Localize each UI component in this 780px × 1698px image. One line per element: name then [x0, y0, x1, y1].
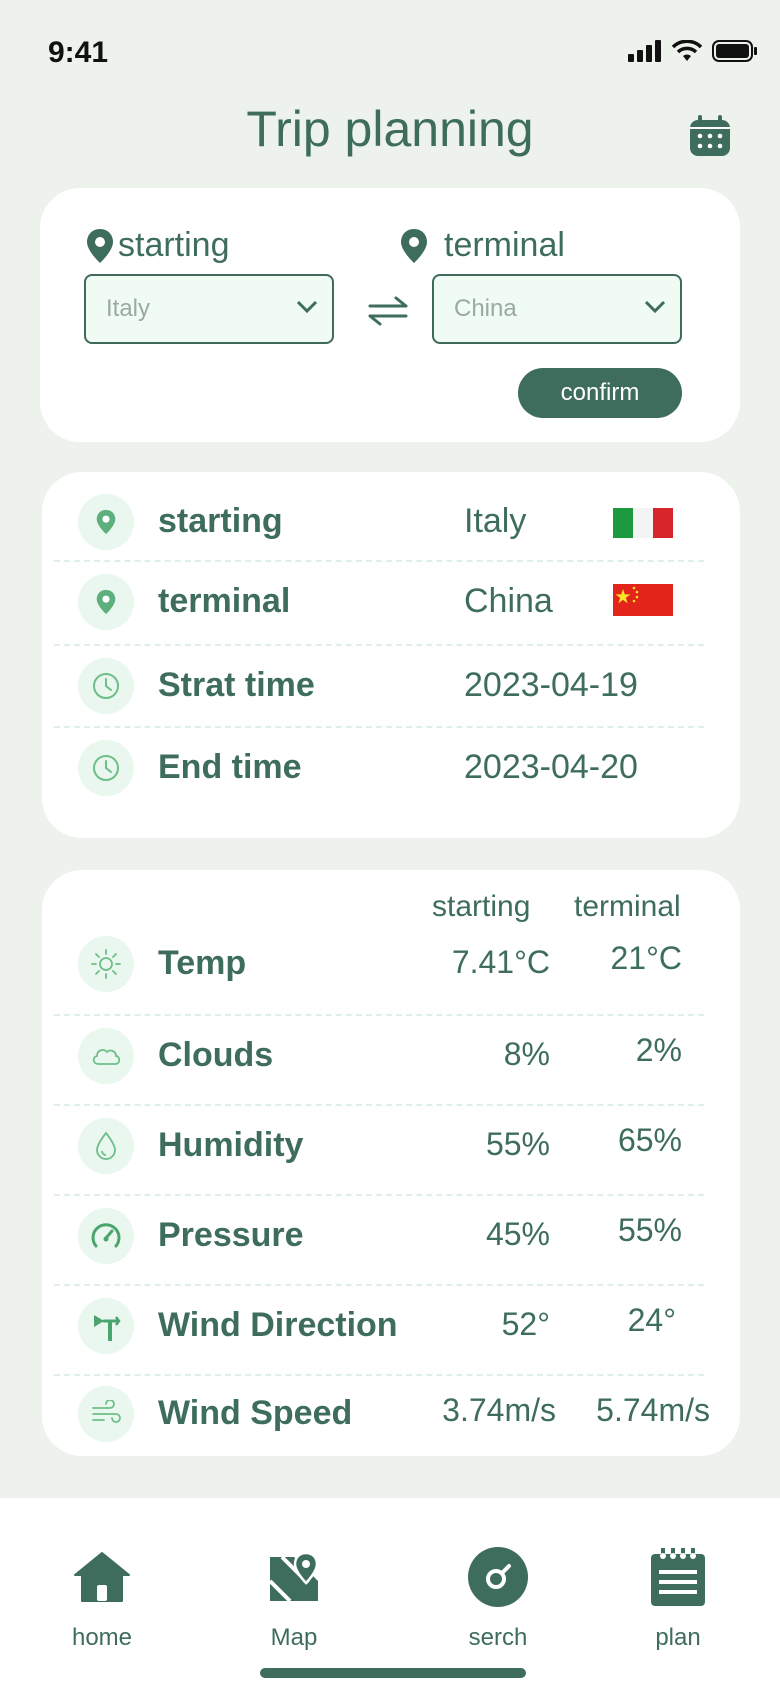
terminal-label-text: terminal	[444, 226, 565, 264]
search-icon	[438, 1544, 558, 1610]
location-icon	[78, 574, 134, 630]
divider	[54, 1284, 704, 1286]
terminal-select-value: China	[454, 295, 517, 322]
location-pin-icon	[401, 228, 427, 263]
status-icons	[628, 40, 758, 62]
weather-row-label: Pressure	[158, 1216, 304, 1254]
gauge-icon	[78, 1208, 134, 1264]
weather-start-value: 55%	[485, 1126, 550, 1162]
home-indicator	[260, 1668, 526, 1678]
wifi-icon	[672, 40, 702, 61]
tab-home[interactable]: home	[42, 1544, 162, 1652]
chevron-down-icon	[644, 300, 666, 314]
weather-end-value: 21°C	[610, 940, 683, 976]
calendar-icon[interactable]	[688, 114, 732, 158]
starting-select-value: Italy	[106, 295, 151, 322]
status-time: 9:41	[48, 36, 109, 69]
weather-row-clouds: Clouds 8% 2%	[42, 1028, 740, 1084]
swap-icon[interactable]	[366, 296, 410, 326]
weather-row-temp: Temp 7.41°C 21°C	[42, 936, 740, 992]
trip-row-terminal: terminal China	[42, 574, 740, 630]
wind-icon	[78, 1386, 134, 1442]
tab-map[interactable]: Map	[234, 1544, 354, 1652]
divider	[54, 1374, 704, 1376]
tab-label: serch	[468, 1624, 528, 1651]
divider	[54, 726, 704, 728]
cloud-icon	[78, 1028, 134, 1084]
battery-icon	[712, 40, 757, 62]
tab-label: Map	[270, 1624, 318, 1651]
location-icon	[78, 494, 134, 550]
trip-row-value: 2023-04-20	[464, 748, 638, 786]
china-flag-icon	[613, 584, 673, 616]
trip-row-start-time: Strat time 2023-04-19	[42, 658, 740, 714]
confirm-button[interactable]: confirm	[518, 368, 682, 418]
terminal-select[interactable]: China	[432, 274, 682, 344]
weather-end-value: 2%	[635, 1032, 682, 1068]
tab-label: plan	[655, 1624, 701, 1651]
divider	[54, 1194, 704, 1196]
home-icon	[42, 1544, 162, 1610]
starting-label: starting	[86, 226, 230, 265]
wind-vane-icon	[78, 1298, 134, 1354]
starting-select[interactable]: Italy	[84, 274, 334, 344]
divider	[54, 560, 704, 562]
italy-flag-icon	[613, 508, 673, 538]
trip-row-value: 2023-04-19	[464, 666, 638, 704]
weather-col-terminal: terminal	[574, 890, 681, 923]
trip-row-label: End time	[158, 748, 302, 786]
weather-col-starting: starting	[432, 890, 531, 923]
starting-label-text: starting	[118, 226, 230, 264]
weather-end-value: 55%	[617, 1212, 682, 1248]
signal-icon	[628, 40, 661, 62]
trip-row-value: Italy	[464, 502, 527, 540]
weather-row-humidity: Humidity 55% 65%	[42, 1118, 740, 1174]
weather-row-label: Wind Direction	[158, 1306, 398, 1344]
location-pin-icon	[87, 228, 113, 263]
trip-row-label: Strat time	[158, 666, 315, 704]
trip-summary-card: starting Italy terminal China Strat time…	[42, 472, 740, 838]
tab-search[interactable]: serch	[438, 1544, 558, 1652]
divider	[54, 1104, 704, 1106]
sun-icon	[78, 936, 134, 992]
weather-end-value: 24°	[627, 1302, 676, 1338]
weather-card: starting terminal Temp 7.41°C 21°C Cloud…	[42, 870, 740, 1456]
weather-end-value: 5.74m/s	[596, 1392, 710, 1428]
terminal-label: terminal	[400, 226, 565, 265]
divider	[54, 644, 704, 646]
weather-start-value: 45%	[485, 1216, 550, 1252]
tab-label: home	[71, 1624, 133, 1651]
divider	[54, 1014, 704, 1016]
weather-row-label: Temp	[158, 944, 247, 982]
weather-row-label: Humidity	[158, 1126, 304, 1164]
weather-row-wind-speed: Wind Speed 3.74m/s 5.74m/s	[42, 1386, 740, 1442]
chevron-down-icon	[296, 300, 318, 314]
weather-start-value: 3.74m/s	[442, 1392, 556, 1428]
trip-row-label: starting	[158, 502, 283, 540]
weather-start-value: 52°	[501, 1306, 550, 1342]
status-bar: 9:41	[0, 0, 780, 110]
trip-row-starting: starting Italy	[42, 494, 740, 550]
page-title: Trip planning	[246, 101, 534, 157]
weather-row-label: Wind Speed	[158, 1394, 353, 1432]
weather-row-wind-direction: Wind Direction 52° 24°	[42, 1298, 740, 1354]
route-form-card: starting terminal Italy China confirm	[40, 188, 740, 442]
trip-row-end-time: End time 2023-04-20	[42, 740, 740, 796]
clock-icon	[78, 740, 134, 796]
trip-row-label: terminal	[158, 582, 291, 620]
map-icon	[234, 1544, 354, 1610]
notepad-icon	[618, 1544, 738, 1610]
weather-row-pressure: Pressure 45% 55%	[42, 1208, 740, 1264]
trip-row-value: China	[464, 582, 553, 620]
weather-row-label: Clouds	[158, 1036, 274, 1074]
weather-end-value: 65%	[617, 1122, 682, 1158]
tab-plan[interactable]: plan	[618, 1544, 738, 1652]
weather-start-value: 7.41°C	[451, 944, 550, 980]
drop-icon	[78, 1118, 134, 1174]
weather-start-value: 8%	[503, 1036, 550, 1072]
clock-icon	[78, 658, 134, 714]
